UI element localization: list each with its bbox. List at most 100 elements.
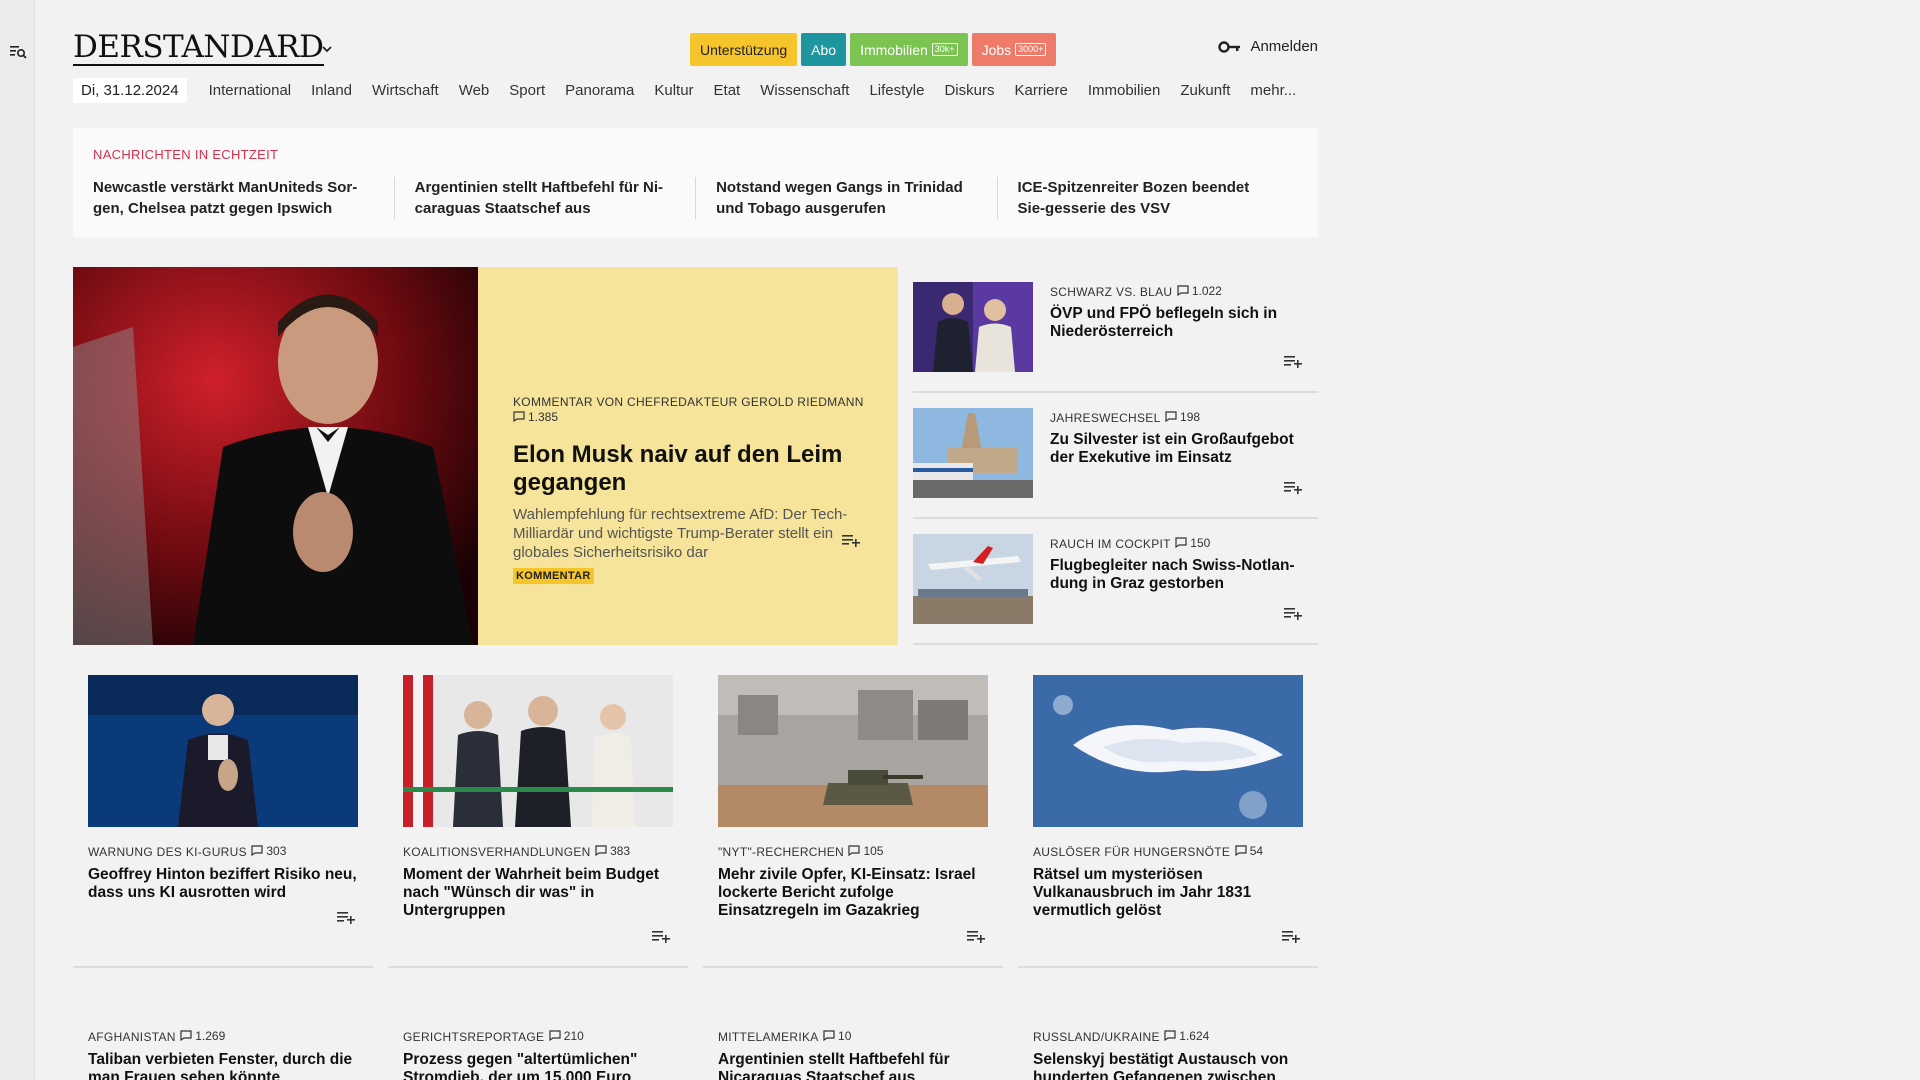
add-to-list-icon[interactable] (336, 909, 356, 925)
add-to-list-icon[interactable] (1281, 928, 1301, 944)
add-to-list-icon[interactable] (651, 928, 671, 944)
side-comments: 198 (1180, 409, 1201, 424)
card-photo (88, 675, 358, 827)
card-title[interactable]: Taliban verbieten Fenster, durch die man… (88, 1051, 358, 1080)
side-photo (913, 534, 1033, 624)
card-comment-count[interactable]: 1.624 (1164, 1029, 1209, 1043)
ticker-item[interactable]: Argentinien stellt Haftbefehl für Ni-car… (393, 177, 695, 219)
side-thumbnail[interactable] (913, 282, 1033, 372)
hero-comment-count[interactable]: 1.385 (513, 410, 558, 424)
side-comment-count[interactable]: 1.022 (1177, 284, 1222, 298)
nav-item-diskurs[interactable]: Diskurs (934, 82, 1004, 99)
jobs-button[interactable]: Jobs 3000+ (971, 33, 1057, 66)
nav-item-sport[interactable]: Sport (499, 82, 555, 99)
hero-comments: 1.385 (528, 409, 559, 424)
nav-item-international[interactable]: International (199, 82, 302, 99)
nav-item-inland[interactable]: Inland (301, 82, 362, 99)
immobilien-label: Immobilien (860, 41, 928, 58)
support-button[interactable]: Unterstützung (690, 33, 798, 66)
card-comments: 10 (838, 1028, 852, 1043)
comment-icon (180, 1030, 192, 1041)
card-comment-count[interactable]: 303 (251, 844, 286, 858)
side-article: SCHWARZ VS. BLAU 1.022 ÖVP und FPÖ befle… (913, 267, 1318, 393)
jobs-label: Jobs (981, 41, 1012, 58)
side-title[interactable]: Flugbegleiter nach Swiss-Notlan-dung in … (1050, 557, 1318, 593)
card-title[interactable]: Geoffrey Hinton beziffert Risiko neu, da… (88, 866, 358, 902)
comment-icon (1165, 411, 1177, 422)
nav-item-wirtschaft[interactable]: Wirtschaft (362, 82, 449, 99)
card-image[interactable] (1033, 675, 1303, 827)
add-to-list-icon[interactable] (1283, 353, 1303, 369)
comment-icon (549, 1030, 561, 1041)
nav-item-karriere[interactable]: Karriere (1004, 82, 1077, 99)
ticker-item[interactable]: Notstand wegen Gangs in Trinidad und Tob… (695, 177, 996, 219)
card-image[interactable] (718, 675, 988, 827)
card-photo (403, 675, 673, 827)
side-comment-count[interactable]: 150 (1175, 536, 1210, 550)
card-comment-count[interactable]: 10 (823, 1029, 851, 1043)
comment-icon (1235, 845, 1247, 856)
side-comments: 1.022 (1191, 283, 1222, 298)
nav-item-more[interactable]: mehr... (1240, 82, 1306, 99)
article-grid-2: AFGHANISTAN 1.269 Taliban verbieten Fens… (73, 1020, 1318, 1080)
card-title[interactable]: Selenskyj bestätigt Austausch von hunder… (1033, 1051, 1303, 1080)
add-to-list-icon[interactable] (1283, 479, 1303, 495)
card-title[interactable]: Rätsel um mysteriösen Vulkanausbruch im … (1033, 866, 1303, 920)
side-thumbnail[interactable] (913, 534, 1033, 624)
ticker-item[interactable]: ICE-Spitzenreiter Bozen beendet Sie-gess… (996, 177, 1298, 219)
comment-icon (251, 845, 263, 856)
card-comments: 210 (563, 1028, 584, 1043)
add-to-list-icon[interactable] (1283, 605, 1303, 621)
side-thumbnail[interactable] (913, 408, 1033, 498)
card-comments: 383 (610, 843, 631, 858)
card-comment-count[interactable]: 54 (1235, 844, 1263, 858)
card-title[interactable]: Mehr zivile Opfer, KI-Einsatz: Israel lo… (718, 866, 988, 920)
hero-title[interactable]: Elon Musk naiv auf den Leim gegangen (513, 441, 868, 497)
comment-icon (1164, 1030, 1176, 1041)
card-comment-count[interactable]: 1.269 (180, 1029, 225, 1043)
card-comment-count[interactable]: 210 (549, 1029, 584, 1043)
card-title[interactable]: Moment der Wahrheit beim Budget nach "Wü… (403, 866, 673, 920)
abo-button[interactable]: Abo (801, 33, 847, 66)
nav-item-panorama[interactable]: Panorama (555, 82, 644, 99)
comment-icon (848, 845, 861, 856)
live-ticker: NACHRICHTEN IN ECHTZEIT Newcastle verstä… (73, 128, 1318, 237)
card-image[interactable] (403, 675, 673, 827)
nav-item-zukunft[interactable]: Zukunft (1170, 82, 1240, 99)
nav-item-immobilien[interactable]: Immobilien (1078, 82, 1171, 99)
page: DERSTANDARD Unterstützung Abo Immobilien… (73, 0, 1318, 1080)
side-kicker: JAHRESWECHSEL (1050, 411, 1161, 425)
login-button[interactable]: Anmelden (1218, 38, 1318, 55)
nav-item-wissenschaft[interactable]: Wissenschaft (750, 82, 859, 99)
site-logo[interactable]: DERSTANDARD (73, 30, 332, 66)
nav-item-etat[interactable]: Etat (704, 82, 751, 99)
immobilien-button[interactable]: Immobilien 30k+ (850, 33, 968, 66)
nav-item-lifestyle[interactable]: Lifestyle (859, 82, 934, 99)
add-to-list-icon[interactable] (841, 532, 861, 548)
side-photo (913, 408, 1033, 498)
hero-tag: KOMMENTAR (513, 568, 594, 584)
comment-icon (823, 1030, 835, 1041)
card-comment-count[interactable]: 383 (595, 844, 630, 858)
hero-article: KOMMENTAR VON CHEFREDAKTEUR GEROLD RIEDM… (73, 267, 898, 645)
card-image[interactable] (88, 675, 358, 827)
jobs-badge: 3000+ (1015, 43, 1047, 56)
side-title[interactable]: ÖVP und FPÖ beflegeln sich in Niederöste… (1050, 305, 1318, 341)
card-title[interactable]: Argentinien stellt Haftbefehl für Nicara… (718, 1051, 988, 1080)
card-kicker: RUSSLAND/UKRAINE (1033, 1030, 1160, 1044)
nav-item-web[interactable]: Web (449, 82, 500, 99)
key-icon (1218, 40, 1241, 53)
ticker-item[interactable]: Newcastle verstärkt ManUniteds Sor-gen, … (93, 177, 394, 219)
card-comment-count[interactable]: 105 (848, 844, 883, 858)
hero-image[interactable] (73, 267, 478, 645)
chevron-down-icon[interactable] (320, 42, 334, 56)
menu-search-icon[interactable] (9, 43, 27, 61)
card-kicker: "NYT"-RECHERCHEN (718, 845, 844, 859)
nav-date: Di, 31.12.2024 (73, 77, 187, 103)
add-to-list-icon[interactable] (966, 928, 986, 944)
card-title[interactable]: Prozess gegen "altertümlichen" Stromdieb… (403, 1051, 673, 1080)
side-comment-count[interactable]: 198 (1165, 410, 1200, 424)
nav-item-kultur[interactable]: Kultur (644, 82, 703, 99)
article-card: AUSLÖSER FÜR HUNGERSNÖTE 54 Rätsel um my… (1018, 660, 1318, 968)
side-title[interactable]: Zu Silvester ist ein Großaufgebot der Ex… (1050, 431, 1318, 467)
